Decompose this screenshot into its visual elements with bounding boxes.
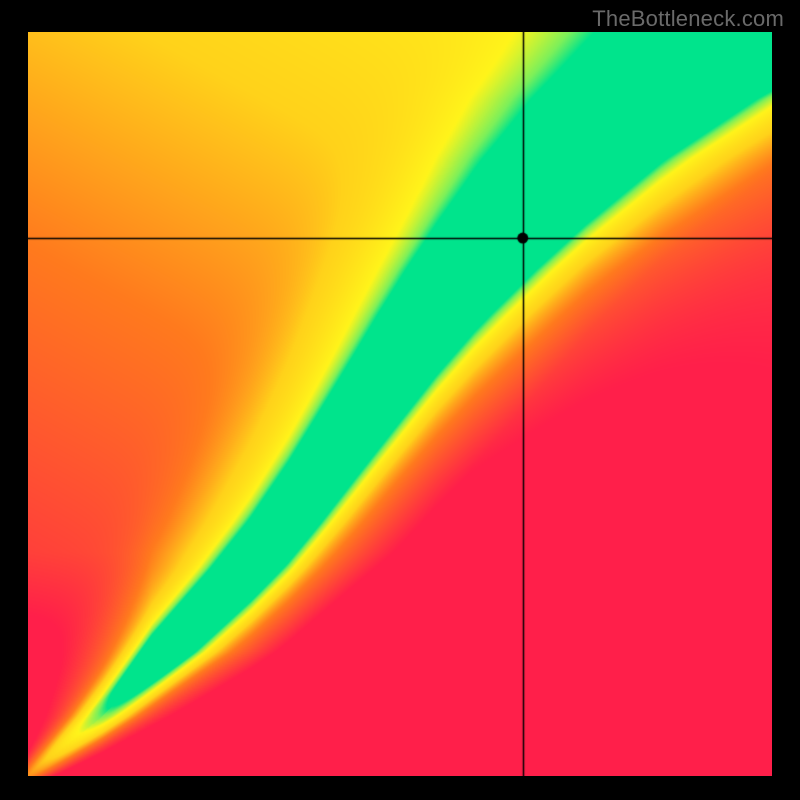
watermark-text: TheBottleneck.com	[592, 6, 784, 32]
heatmap-canvas	[28, 32, 772, 776]
heatmap-plot	[28, 32, 772, 776]
chart-container: TheBottleneck.com	[0, 0, 800, 800]
